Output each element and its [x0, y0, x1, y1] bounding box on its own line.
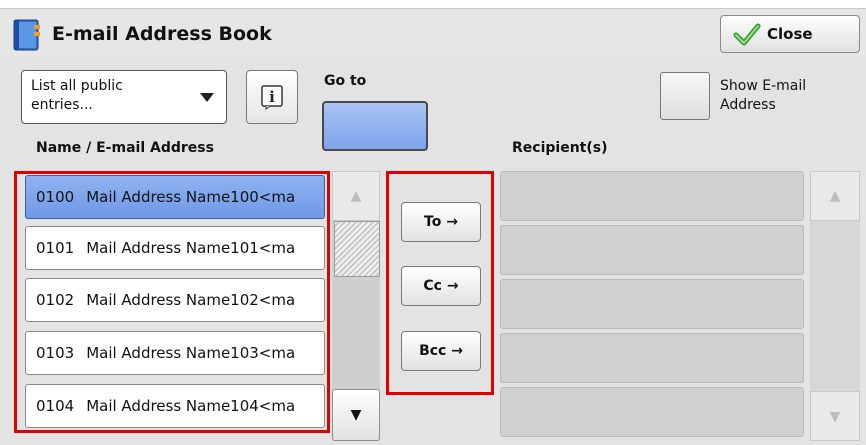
info-icon: i: [261, 85, 283, 110]
chevron-up-icon: ▲: [829, 188, 841, 204]
recipient-slot[interactable]: [500, 225, 804, 275]
goto-label: Go to: [324, 73, 367, 89]
entry-filter-dropdown[interactable]: List all public entries...: [21, 70, 227, 124]
close-button-label: Close: [767, 25, 813, 43]
title-bar: E-mail Address Book Close: [0, 8, 866, 58]
show-email-label: Show E-mail Address: [720, 78, 807, 113]
email-address-book-screen: E-mail Address Book Close List all publi…: [0, 0, 866, 445]
scroll-down-button[interactable]: ▼: [332, 389, 380, 441]
chevron-down-icon: [200, 93, 214, 102]
recipient-scroll-down-button[interactable]: ▼: [810, 391, 860, 441]
scroll-track[interactable]: [332, 277, 380, 385]
svg-text:i: i: [269, 88, 275, 106]
recipient-slot[interactable]: [500, 333, 804, 383]
address-book-icon: [13, 19, 40, 51]
recipient-list: [500, 171, 806, 441]
chevron-down-icon: ▼: [829, 409, 841, 425]
recipient-slot[interactable]: [500, 171, 804, 221]
recipients-column-header: Recipient(s): [512, 140, 608, 156]
close-button[interactable]: Close: [720, 15, 860, 53]
recipient-slot[interactable]: [500, 387, 804, 437]
name-column-header: Name / E-mail Address: [36, 140, 214, 156]
scroll-up-button[interactable]: ▲: [332, 171, 380, 221]
recipient-scrollbar[interactable]: ▲ ▼: [810, 171, 860, 441]
address-list-scrollbar[interactable]: ▲ ▼: [332, 171, 380, 441]
goto-button[interactable]: [322, 101, 428, 151]
show-email-checkbox[interactable]: [660, 72, 710, 120]
info-button[interactable]: i: [246, 70, 298, 124]
cc-button[interactable]: Cc →: [401, 266, 481, 306]
dropdown-selected-value: List all public entries...: [31, 78, 123, 113]
window-title: E-mail Address Book: [52, 23, 272, 45]
list-highlight-box: [14, 171, 330, 433]
recipient-slot[interactable]: [500, 279, 804, 329]
bcc-button[interactable]: Bcc →: [401, 331, 481, 371]
recipient-scroll-up-button[interactable]: ▲: [810, 171, 860, 221]
to-button[interactable]: To →: [401, 202, 481, 242]
chevron-down-icon: ▼: [350, 407, 362, 423]
scroll-thumb[interactable]: [334, 221, 380, 277]
green-checkmark-icon: [733, 23, 761, 46]
chevron-up-icon: ▲: [350, 188, 362, 204]
